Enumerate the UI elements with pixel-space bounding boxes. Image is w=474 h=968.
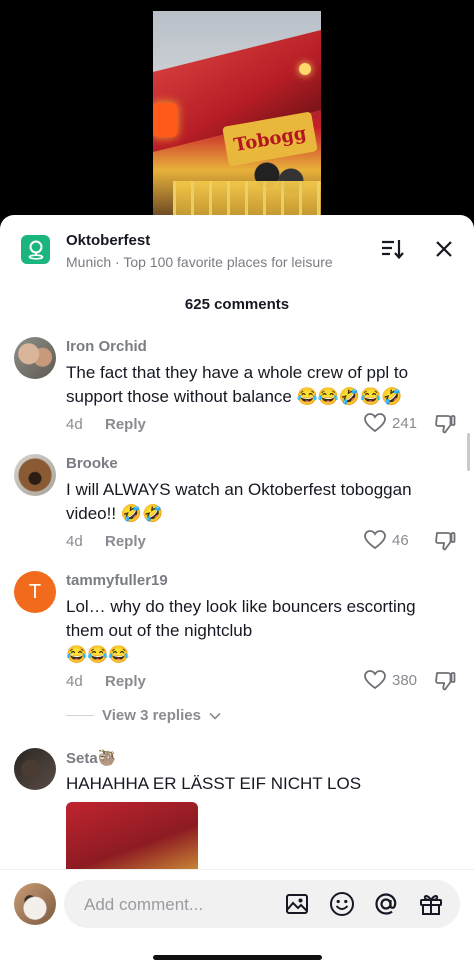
comment-text-line: I will ALWAYS watch an Oktoberfest tobog… xyxy=(66,480,412,499)
like-button[interactable]: 380 xyxy=(364,670,417,690)
like-count: 46 xyxy=(392,531,409,549)
avatar[interactable] xyxy=(14,748,56,790)
comment-text: The fact that they have a whole crew of … xyxy=(66,361,458,409)
comments-sheet: Oktoberfest Munich · Top 100 favorite pl… xyxy=(0,215,474,968)
reply-button[interactable]: Reply xyxy=(105,416,146,433)
sort-icon xyxy=(382,240,404,260)
like-count: 380 xyxy=(392,671,418,689)
comment-input[interactable]: Add comment... xyxy=(64,880,460,928)
comment-text-line: video!! 🤣🤣 xyxy=(66,504,164,523)
reply-button[interactable]: Reply xyxy=(105,673,146,690)
mention-button[interactable] xyxy=(372,890,400,918)
comment-text-line: 😂😂😂 xyxy=(66,645,130,664)
dislike-button[interactable] xyxy=(434,414,456,439)
view-replies-button[interactable]: View 3 replies xyxy=(66,707,221,724)
like-count: 241 xyxy=(392,414,418,432)
image-button[interactable] xyxy=(283,890,311,918)
video-neon-sign xyxy=(153,103,177,137)
emoji-icon xyxy=(330,892,354,916)
comment-image[interactable] xyxy=(66,802,198,869)
image-icon xyxy=(286,894,308,914)
emoji-button[interactable] xyxy=(328,890,356,918)
divider xyxy=(66,715,94,716)
comment-input-placeholder[interactable]: Add comment... xyxy=(84,895,203,915)
like-button[interactable]: 241 xyxy=(364,413,417,433)
comments-count: 625 comments xyxy=(184,296,290,313)
place-title[interactable]: Oktoberfest xyxy=(66,232,150,249)
place-subtitle: Munich · Top 100 favorite places for lei… xyxy=(66,254,333,270)
comment-age: 4d xyxy=(66,416,83,433)
comment-text: I will ALWAYS watch an Oktoberfest tobog… xyxy=(66,478,458,526)
avatar[interactable] xyxy=(14,337,56,379)
gift-button[interactable] xyxy=(417,890,445,918)
avatar[interactable] xyxy=(14,454,56,496)
place-header[interactable]: Oktoberfest Munich · Top 100 favorite pl… xyxy=(0,215,474,285)
comment-text: Lol… why do they look like bouncers esco… xyxy=(66,595,458,667)
video-preview[interactable]: Tobogg xyxy=(153,11,321,223)
home-indicator[interactable] xyxy=(153,955,322,960)
dislike-button[interactable] xyxy=(434,671,456,696)
comment-text-line: support those without balance 😂😂🤣😂🤣 xyxy=(66,387,403,406)
comment-age: 4d xyxy=(66,533,83,550)
comments-list[interactable]: Iron Orchid The fact that they have a wh… xyxy=(0,333,474,869)
thumbs-down-icon xyxy=(435,415,456,434)
comment-username[interactable]: Brooke xyxy=(66,455,118,472)
close-button[interactable] xyxy=(430,235,458,263)
scrollbar[interactable] xyxy=(467,433,470,471)
comment-text-line: Lol… why do they look like bouncers esco… xyxy=(66,597,416,616)
comment-text-line: them out of the nightclub xyxy=(66,621,253,640)
comment-text-line: The fact that they have a whole crew of … xyxy=(66,363,409,382)
sort-button[interactable] xyxy=(378,235,406,263)
thumbs-down-icon xyxy=(435,672,456,691)
close-icon xyxy=(436,241,452,257)
location-pin-icon xyxy=(21,235,50,264)
avatar[interactable]: T xyxy=(14,571,56,613)
comment-text: HAHAHHA ER LÄSST EIF NICHT LOS xyxy=(66,772,458,796)
like-button[interactable]: 46 xyxy=(364,530,409,550)
gift-icon xyxy=(420,894,442,915)
heart-icon xyxy=(364,413,386,433)
chevron-down-icon xyxy=(209,712,221,720)
dislike-button[interactable] xyxy=(434,531,456,556)
heart-icon xyxy=(364,670,386,690)
view-replies-label: View 3 replies xyxy=(102,707,201,724)
thumbs-down-icon xyxy=(435,532,456,551)
comment-input-bar: Add comment... xyxy=(0,869,474,968)
comment-username[interactable]: Seta🦥 xyxy=(66,749,116,767)
video-lamp xyxy=(299,63,311,75)
comment-text-line: HAHAHHA ER LÄSST EIF NICHT LOS xyxy=(66,774,362,793)
reply-button[interactable]: Reply xyxy=(105,533,146,550)
comment-username[interactable]: tammyfuller19 xyxy=(66,572,168,589)
at-sign-icon xyxy=(375,893,397,915)
heart-icon xyxy=(364,530,386,550)
comment-username[interactable]: Iron Orchid xyxy=(66,338,147,355)
comment-age: 4d xyxy=(66,673,83,690)
my-avatar[interactable] xyxy=(14,883,56,925)
